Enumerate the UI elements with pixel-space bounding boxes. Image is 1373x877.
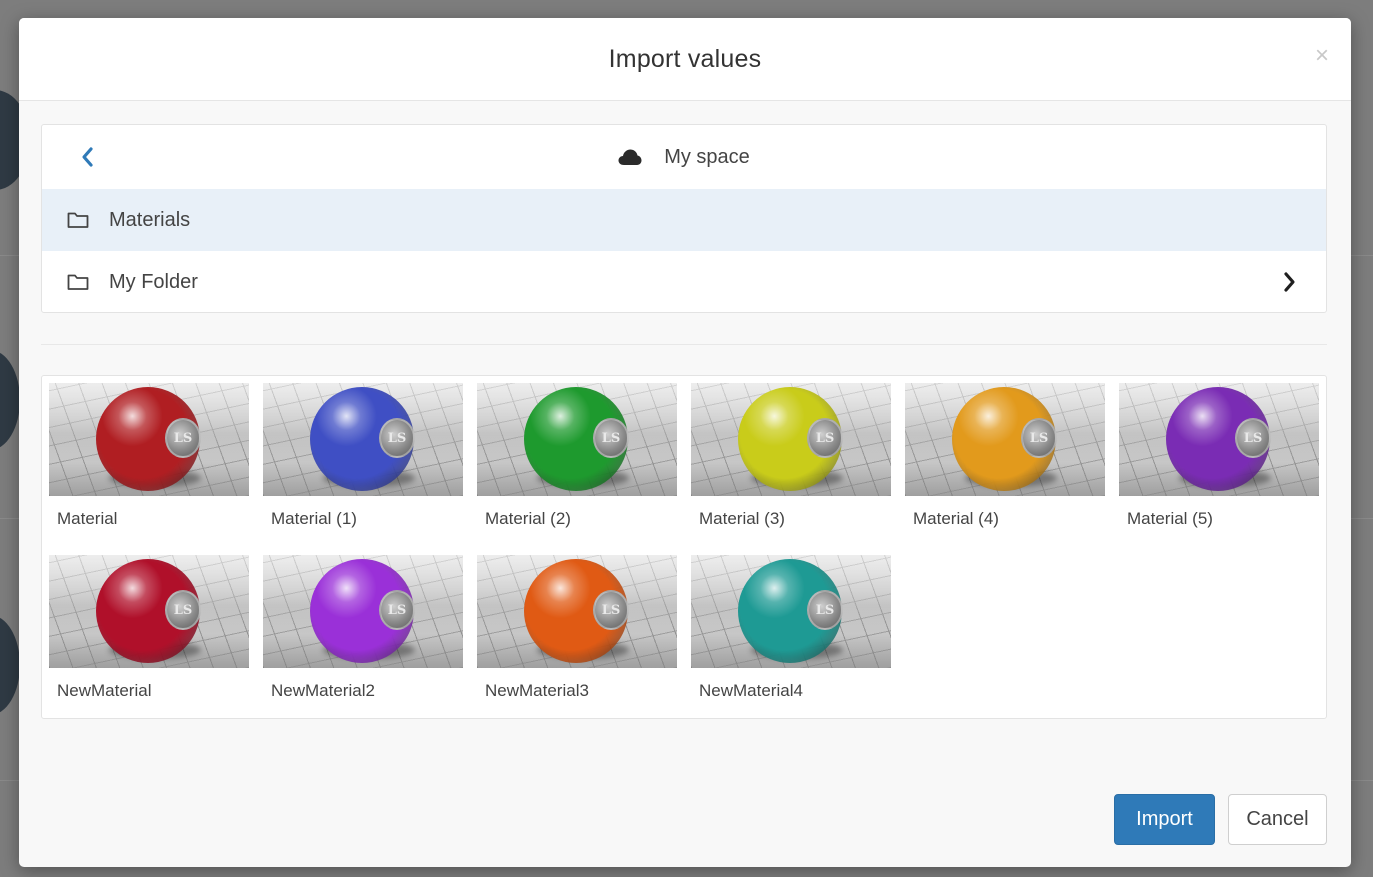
material-tile[interactable]: LS NewMaterial — [49, 555, 249, 715]
dialog-title: Import values — [608, 44, 762, 73]
cancel-button[interactable]: Cancel — [1228, 794, 1327, 845]
material-label: NewMaterial — [57, 681, 152, 700]
backdrop-avatar — [0, 615, 20, 715]
folder-icon — [67, 274, 89, 290]
material-label: Material (3) — [699, 509, 785, 528]
import-values-dialog: Import values × My space Materials My Fo… — [19, 18, 1351, 867]
material-label: Material (4) — [913, 509, 999, 528]
ls-badge-icon: LS — [379, 590, 415, 630]
material-thumbnail: LS — [49, 555, 249, 668]
material-thumbnail: LS — [477, 555, 677, 668]
file-browser: My space Materials My Folder — [41, 124, 1327, 313]
material-thumbnail: LS — [263, 383, 463, 496]
material-tile[interactable]: LS Material — [49, 383, 249, 543]
ls-badge-icon: LS — [593, 590, 629, 630]
folder-label: Materials — [109, 208, 191, 231]
material-tile[interactable]: LS Material (1) — [263, 383, 463, 543]
material-thumbnail: LS — [905, 383, 1105, 496]
material-tile[interactable]: LS Material (3) — [691, 383, 891, 543]
ls-badge-icon: LS — [1021, 418, 1057, 458]
material-label: NewMaterial2 — [271, 681, 375, 700]
material-label: NewMaterial3 — [485, 681, 589, 700]
material-thumbnail: LS — [49, 383, 249, 496]
current-location: My space — [618, 146, 750, 169]
material-tile[interactable]: LS Material (4) — [905, 383, 1105, 543]
close-button[interactable]: × — [1315, 44, 1329, 68]
material-thumbnail: LS — [691, 555, 891, 668]
folder-item-materials[interactable]: Materials — [42, 189, 1326, 251]
material-label: Material (1) — [271, 509, 357, 528]
browser-toolbar: My space — [42, 125, 1326, 189]
ls-badge-icon: LS — [807, 590, 843, 630]
import-button[interactable]: Import — [1114, 794, 1215, 845]
ls-badge-icon: LS — [165, 590, 201, 630]
folder-item-my-folder[interactable]: My Folder — [42, 251, 1326, 312]
material-grid: LS Material LS Material (1) LS Material (2) LS… — [41, 375, 1327, 719]
ls-badge-icon: LS — [165, 418, 201, 458]
material-tile[interactable]: LS NewMaterial3 — [477, 555, 677, 715]
ls-badge-icon: LS — [593, 418, 629, 458]
location-label: My space — [664, 145, 750, 168]
cloud-icon — [618, 149, 642, 165]
ls-badge-icon: LS — [1235, 418, 1271, 458]
material-thumbnail: LS — [263, 555, 463, 668]
dialog-header: Import values × — [19, 18, 1351, 101]
chevron-right-icon[interactable] — [1282, 271, 1298, 293]
folder-label: My Folder — [109, 270, 198, 293]
back-chevron-icon[interactable] — [78, 145, 98, 169]
ls-badge-icon: LS — [807, 418, 843, 458]
material-thumbnail: LS — [1119, 383, 1319, 496]
material-label: Material (5) — [1127, 509, 1213, 528]
material-thumbnail: LS — [477, 383, 677, 496]
material-label: NewMaterial4 — [699, 681, 803, 700]
ls-badge-icon: LS — [379, 418, 415, 458]
material-tile[interactable]: LS Material (5) — [1119, 383, 1319, 543]
section-divider — [41, 344, 1327, 345]
folder-icon — [67, 212, 89, 228]
material-tile[interactable]: LS Material (2) — [477, 383, 677, 543]
material-thumbnail: LS — [691, 383, 891, 496]
backdrop-avatar — [0, 350, 20, 450]
material-label: Material (2) — [485, 509, 571, 528]
material-label: Material — [57, 509, 118, 528]
material-tile[interactable]: LS NewMaterial2 — [263, 555, 463, 715]
material-tile[interactable]: LS NewMaterial4 — [691, 555, 891, 715]
